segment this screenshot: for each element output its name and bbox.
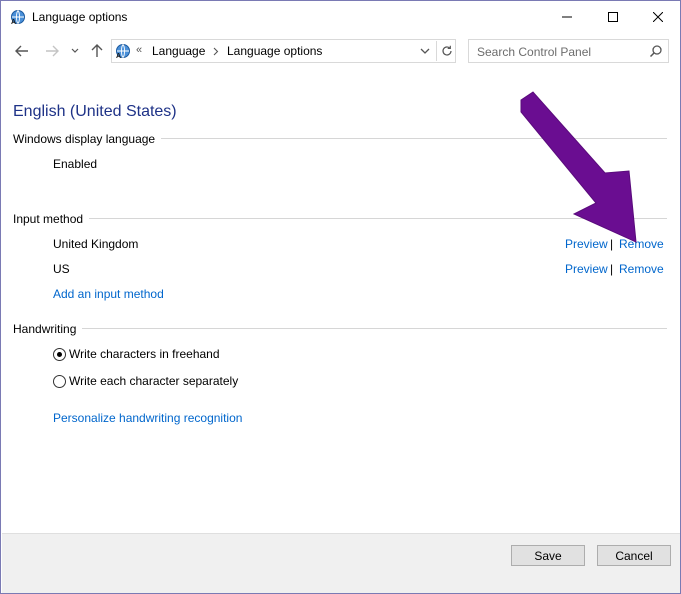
up-arrow-icon [91, 44, 103, 57]
close-button[interactable] [635, 1, 681, 33]
recent-locations-button[interactable] [69, 40, 81, 62]
search-placeholder[interactable]: Search Control Panel [477, 45, 591, 59]
up-button[interactable] [89, 40, 105, 62]
maximize-button[interactable] [590, 1, 636, 33]
language-icon: A [116, 44, 130, 59]
display-language-label: Windows display language [13, 132, 162, 146]
navigation-bar: A « Language Language options Search Con… [1, 37, 680, 65]
chevron-down-icon [71, 48, 79, 53]
freehand-radio[interactable] [53, 348, 66, 361]
add-input-method-link[interactable]: Add an input method [53, 287, 164, 301]
separate-characters-radio-label[interactable]: Write each character separately [69, 374, 238, 388]
remove-link-united-kingdom[interactable]: Remove [619, 237, 664, 251]
freehand-radio-label[interactable]: Write characters in freehand [69, 347, 220, 361]
close-icon [653, 12, 663, 22]
link-separator: | [610, 262, 614, 276]
forward-button[interactable] [43, 40, 61, 62]
link-separator: | [610, 237, 614, 251]
back-arrow-icon [15, 45, 28, 57]
input-method-us: US [53, 262, 70, 276]
search-box[interactable]: Search Control Panel [468, 39, 669, 63]
handwriting-label: Handwriting [13, 322, 83, 336]
chevron-right-icon[interactable] [213, 47, 219, 56]
remove-link-us[interactable]: Remove [619, 262, 664, 276]
refresh-icon [441, 45, 452, 56]
minimize-button[interactable] [544, 1, 590, 33]
svg-text:A: A [11, 19, 16, 25]
language-icon: A [11, 10, 25, 25]
maximize-icon [608, 12, 618, 22]
chevron-down-icon[interactable] [418, 44, 432, 58]
section-divider [13, 328, 667, 329]
language-options-window: A Language options A « Language Language… [0, 0, 681, 594]
section-divider [13, 218, 667, 219]
personalize-handwriting-link[interactable]: Personalize handwriting recognition [53, 411, 242, 425]
back-button[interactable] [13, 40, 31, 62]
forward-arrow-icon [46, 45, 59, 57]
save-button[interactable]: Save [511, 545, 585, 566]
title-bar: A Language options [1, 1, 680, 33]
input-method-label: Input method [13, 212, 90, 226]
window-title: Language options [32, 10, 128, 24]
breadcrumb-language-options[interactable]: Language options [227, 44, 322, 58]
cancel-button[interactable]: Cancel [597, 545, 671, 566]
svg-text:A: A [116, 53, 121, 59]
address-bar[interactable]: A « Language Language options [111, 39, 456, 63]
minimize-icon [562, 16, 572, 18]
breadcrumb-overflow[interactable]: « [136, 44, 142, 56]
breadcrumb-language[interactable]: Language [152, 44, 205, 58]
refresh-button[interactable] [436, 41, 456, 61]
search-icon[interactable] [649, 44, 663, 58]
preview-link-us[interactable]: Preview [565, 262, 608, 276]
input-method-united-kingdom: United Kingdom [53, 237, 139, 251]
language-heading: English (United States) [13, 103, 177, 120]
preview-link-united-kingdom[interactable]: Preview [565, 237, 608, 251]
separate-characters-radio[interactable] [53, 375, 66, 388]
display-language-status: Enabled [53, 157, 98, 171]
